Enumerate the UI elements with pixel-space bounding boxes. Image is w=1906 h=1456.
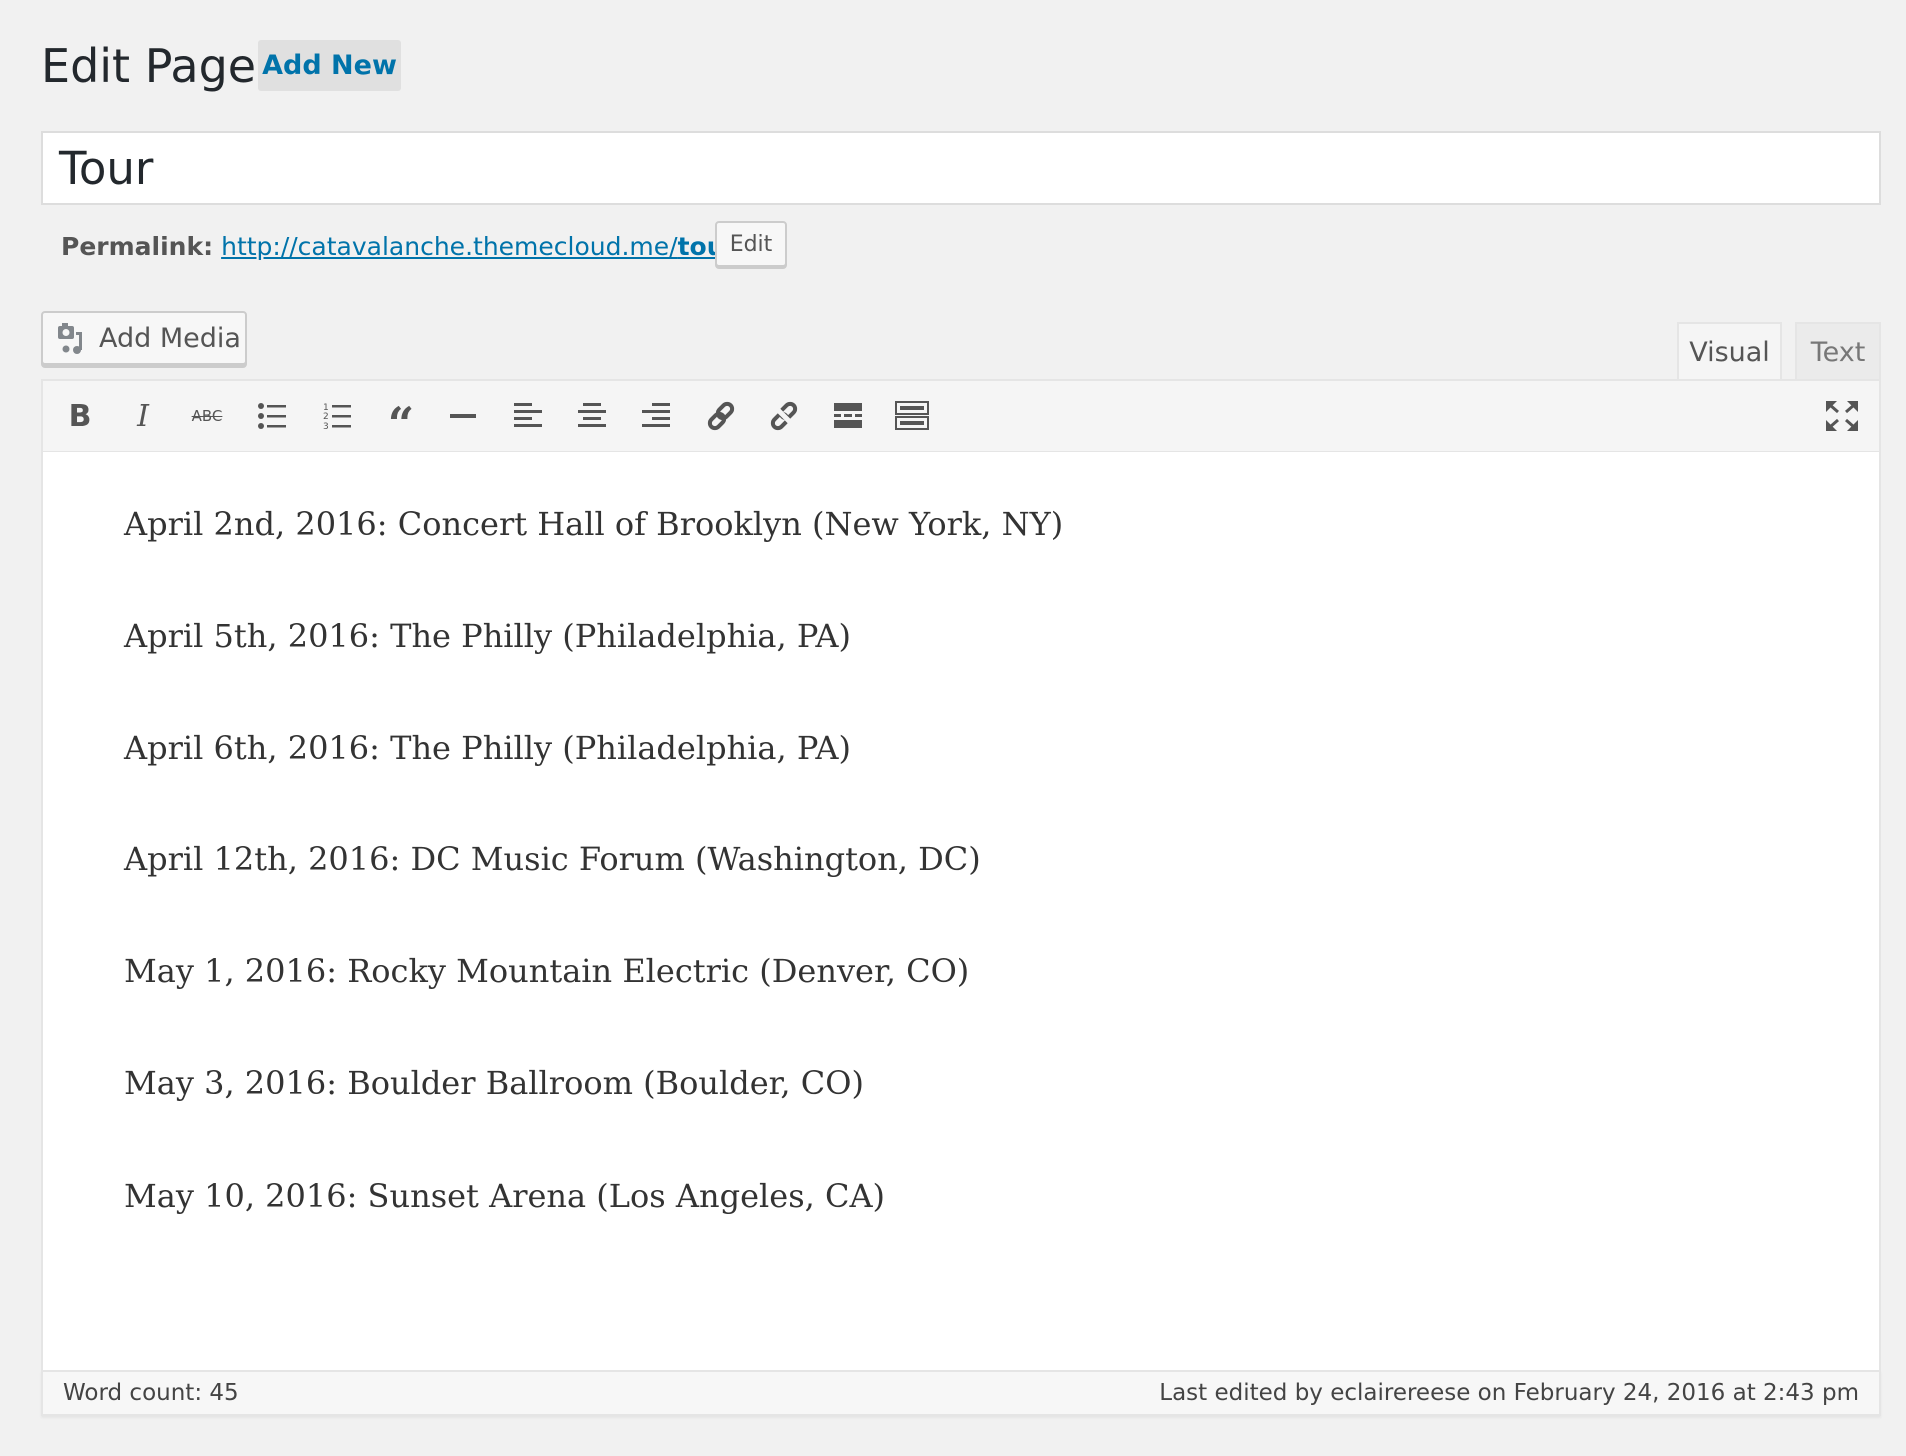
content-line: May 1, 2016: Rocky Mountain Electric (De…: [124, 952, 970, 990]
edit-permalink-button[interactable]: Edit: [715, 221, 787, 267]
strikethrough-icon[interactable]: ABC: [187, 396, 227, 436]
blockquote-icon[interactable]: “: [381, 396, 421, 451]
content-line: April 6th, 2016: The Philly (Philadelphi…: [124, 729, 852, 767]
read-more-icon[interactable]: [828, 396, 868, 436]
permalink-label: Permalink:: [61, 231, 214, 261]
tab-text[interactable]: Text: [1795, 322, 1881, 380]
tab-visual[interactable]: Visual: [1677, 322, 1782, 380]
editor-status-bar: Word count: 45 Last edited by eclaireree…: [41, 1370, 1881, 1416]
last-edited: Last edited by eclairereese on February …: [1159, 1380, 1859, 1406]
align-left-icon[interactable]: [508, 396, 548, 436]
align-center-icon[interactable]: [572, 396, 612, 436]
content-line: May 10, 2016: Sunset Arena (Los Angeles,…: [124, 1177, 886, 1215]
permalink-link[interactable]: http://catavalanche.themecloud.me/tour/: [221, 232, 745, 261]
fullscreen-icon[interactable]: [1822, 396, 1862, 436]
align-right-icon[interactable]: [636, 396, 676, 436]
title-input[interactable]: Tour: [41, 131, 1881, 205]
add-media-button[interactable]: Add Media: [41, 311, 247, 365]
horizontal-line-icon[interactable]: [443, 396, 483, 436]
remove-link-icon[interactable]: [764, 396, 804, 436]
word-count: Word count: 45: [63, 1380, 239, 1406]
add-new-button[interactable]: Add New: [258, 40, 401, 91]
insert-link-icon[interactable]: [701, 396, 741, 436]
content-line: May 3, 2016: Boulder Ballroom (Boulder, …: [124, 1064, 864, 1102]
permalink-row: Permalink: http://catavalanche.themeclou…: [61, 226, 745, 266]
page-title: Edit Page: [41, 39, 257, 93]
bulleted-list-icon[interactable]: [252, 396, 292, 436]
editor-content[interactable]: April 2nd, 2016: Concert Hall of Brookly…: [41, 452, 1881, 1370]
svg-text:2: 2: [323, 412, 329, 422]
permalink-base: http://catavalanche.themecloud.me/: [221, 231, 678, 261]
content-line: April 5th, 2016: The Philly (Philadelphi…: [124, 617, 852, 655]
content-line: April 2nd, 2016: Concert Hall of Brookly…: [124, 505, 1064, 543]
add-media-label: Add Media: [99, 322, 241, 354]
media-icon: [58, 323, 82, 354]
svg-text:3: 3: [323, 422, 329, 430]
bold-icon[interactable]: B: [60, 396, 100, 436]
content-line: April 12th, 2016: DC Music Forum (Washin…: [124, 840, 981, 878]
italic-icon[interactable]: I: [123, 396, 163, 436]
numbered-list-icon[interactable]: 123: [317, 396, 357, 436]
toolbar-toggle-icon[interactable]: [892, 396, 932, 436]
